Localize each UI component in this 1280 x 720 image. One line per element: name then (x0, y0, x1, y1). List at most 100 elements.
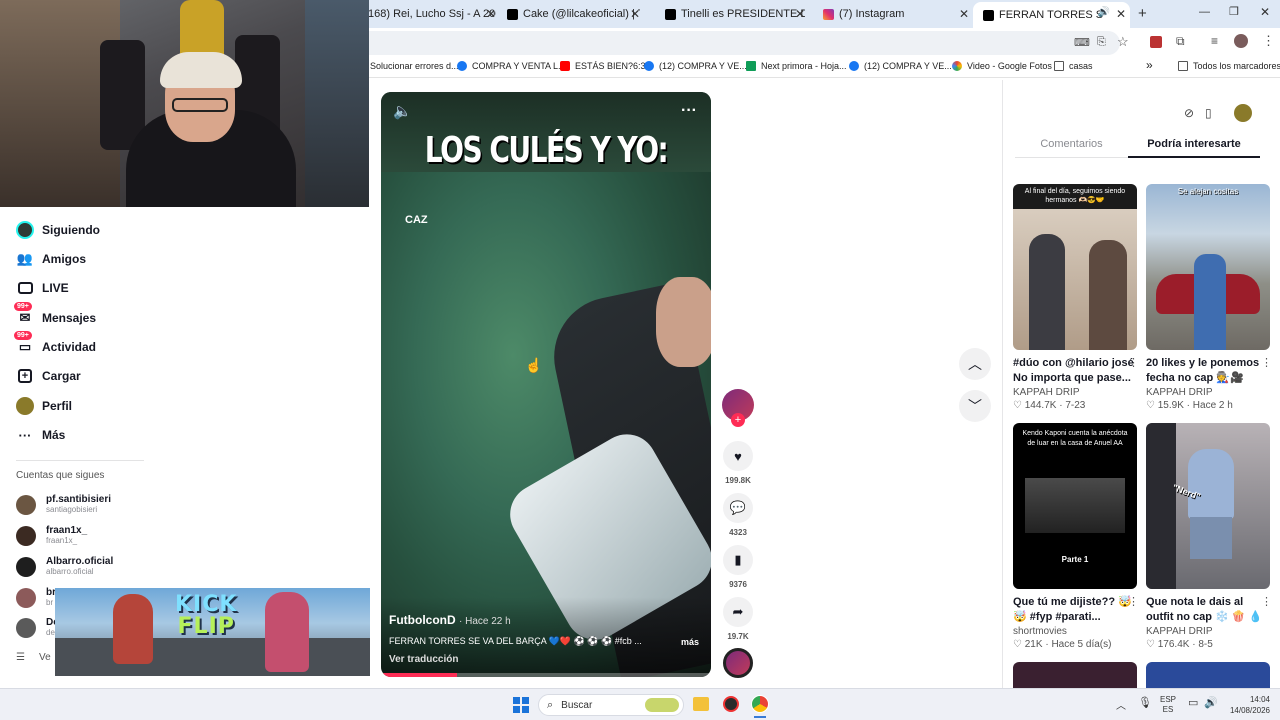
minimize-button[interactable]: — (1199, 6, 1210, 18)
card-menu-icon[interactable]: ⋮ (1128, 356, 1139, 369)
share-button[interactable]: ➦ 19.7K (722, 597, 754, 641)
more-options-icon[interactable]: ··· (681, 102, 697, 120)
video-author-line[interactable]: FutbolconD · Hace 22 h (389, 613, 511, 627)
puzzle-icon[interactable]: ⧉ (1176, 34, 1185, 49)
install-icon[interactable]: ⎘ (1097, 36, 1106, 49)
tab-tinelli[interactable]: Tinelli es PRESIDENTE DE LA AF ✕ (665, 4, 805, 24)
next-video-button[interactable]: ﹀ (959, 390, 991, 422)
video-thumbnail-partial[interactable] (1146, 662, 1270, 688)
language-indicator[interactable]: ESP ES (1160, 695, 1176, 715)
bookmark-item[interactable]: ESTÁS BIEN?6:33 (560, 61, 651, 71)
recommended-video-card[interactable]: Al final del día, seguimos siendo herman… (1013, 184, 1139, 411)
following-account[interactable]: De de (16, 617, 59, 638)
file-explorer-icon[interactable] (693, 697, 709, 711)
bookmark-item[interactable]: Solucionar errores d... (370, 61, 459, 71)
close-icon[interactable]: ✕ (486, 7, 496, 21)
taskbar-search[interactable]: ⌕ Buscar (538, 694, 684, 716)
app-icon[interactable] (723, 696, 739, 712)
video-figure-face (656, 277, 711, 367)
card-menu-icon[interactable]: ⋮ (1261, 595, 1272, 608)
recommended-video-card[interactable]: Se alejan cositas 20 likes y le ponemos … (1146, 184, 1272, 411)
omnibox[interactable] (368, 31, 1120, 55)
translate-link[interactable]: Ver traducción (389, 654, 458, 665)
recommended-video-card[interactable]: Kendo Kaponi cuenta la anécdota de luar … (1013, 423, 1139, 650)
close-icon[interactable]: ✕ (959, 7, 969, 21)
video-thumbnail-partial[interactable] (1013, 662, 1137, 688)
tab-tiktok-cake[interactable]: Cake (@lilcakeoficial) | TikTok ✕ (507, 4, 640, 24)
bookmark-item[interactable]: (12) COMPRA Y VE... (644, 61, 747, 71)
tiktok-icon (983, 9, 994, 21)
recommended-video-card[interactable]: "Nerd" Que nota le dais al outfit no cap… (1146, 423, 1272, 650)
sidebar-item-live[interactable]: LIVE (16, 279, 69, 297)
follow-plus-icon[interactable]: + (731, 413, 745, 427)
thumbnail-caption: Kendo Kaponi cuenta la anécdota de luar … (1022, 430, 1128, 447)
tray-chevron-up-icon[interactable]: ︿ (1116, 697, 1126, 712)
tab-recommended[interactable]: Podría interesarte (1128, 130, 1260, 158)
like-button[interactable]: ♥ 199.8K (722, 441, 754, 485)
following-account[interactable]: br br (16, 587, 56, 608)
volume-icon[interactable]: 🔊 (1204, 696, 1218, 709)
creator-avatar-button[interactable]: + (722, 389, 754, 427)
person-background (180, 0, 224, 60)
tab-ferran-active[interactable]: FERRAN TORRES SE VA DEL 🔊 ✕ (973, 2, 1130, 28)
sidebar-item-more[interactable]: ··· Más (16, 426, 66, 444)
bookmarks-overflow[interactable]: » (1146, 58, 1153, 72)
see-more-link[interactable]: ☰ Ve (16, 652, 51, 663)
caption-more-link[interactable]: más (681, 637, 699, 647)
sidebar-item-messages[interactable]: ✉ 99+ Mensajes (14, 302, 96, 327)
bookmark-folder[interactable]: casas (1054, 61, 1093, 71)
heart-outline-icon: ♡ (1146, 400, 1155, 411)
bookmark-item[interactable]: Next primora - Hoja... (746, 61, 847, 71)
profile-avatar[interactable] (1234, 34, 1248, 48)
windows-start-icon[interactable] (513, 697, 529, 713)
sidebar-item-following[interactable]: Siguiendo (16, 221, 100, 239)
chrome-icon[interactable] (751, 695, 769, 713)
bookmark-item[interactable]: (12) COMPRA Y VE... (849, 61, 952, 71)
tab-instagram[interactable]: (7) Instagram ✕ (823, 4, 969, 24)
facebook-icon (644, 61, 654, 71)
video-player[interactable]: 🔈 ··· LOS CULÉS Y YO: CAZ FutbolconD · H… (381, 92, 711, 677)
volume-icon[interactable]: 🔈 (393, 102, 412, 120)
video-progress-track[interactable] (381, 673, 711, 677)
following-account[interactable]: Albarro.oficial albarro.oficial (16, 556, 113, 577)
clock[interactable]: 14:04 14/08/2026 (1222, 694, 1270, 716)
microphone-icon[interactable]: 🎙 (1138, 696, 1152, 709)
tab-comments[interactable]: Comentarios (1015, 130, 1128, 158)
following-account[interactable]: pf.santibisieri santiagobisieri (16, 494, 111, 515)
comment-button[interactable]: 💬 4323 (722, 493, 754, 537)
close-icon[interactable]: ✕ (1116, 7, 1126, 21)
bookmark-star-icon[interactable]: ☆ (1117, 34, 1129, 50)
close-window-button[interactable]: ✕ (1260, 5, 1270, 19)
sidebar-item-profile[interactable]: Perfil (16, 397, 72, 415)
tab-youtube[interactable]: 168) Rei, Lucho Ssj - A 200 (Vi ✕ (368, 4, 496, 24)
all-bookmarks[interactable]: Todos los marcadores (1178, 61, 1280, 71)
banner-ground (55, 638, 370, 676)
instagram-icon (823, 8, 834, 20)
save-button[interactable]: ▮ 9376 (722, 545, 754, 589)
menu-kebab-icon[interactable]: ⋮ (1262, 33, 1275, 49)
phone-icon[interactable]: ▯ (1205, 106, 1212, 120)
video-overlay-title: LOS CULÉS Y YO: (424, 130, 669, 171)
following-account[interactable]: fraan1x_ fraan1x_ (16, 525, 87, 546)
user-avatar[interactable] (1234, 104, 1252, 122)
card-menu-icon[interactable]: ⋮ (1261, 356, 1272, 369)
extension-icon[interactable] (1150, 36, 1162, 48)
sidebar-item-friends[interactable]: 👥 Amigos (16, 250, 86, 268)
bookmark-item[interactable]: COMPRA Y VENTA L... (457, 61, 566, 71)
maximize-button[interactable]: ❐ (1229, 5, 1239, 18)
previous-video-button[interactable]: ︿ (959, 348, 991, 380)
sidebar-item-upload[interactable]: + Cargar (16, 367, 81, 385)
sidebar-item-activity[interactable]: ▭ 99+ Actividad (14, 331, 96, 356)
banner-logo: KICK FLIP (175, 594, 237, 638)
media-icon[interactable]: ≡ (1211, 34, 1218, 48)
music-disc-button[interactable] (722, 648, 754, 678)
video-thumbnail: Kendo Kaponi cuenta la anécdota de luar … (1013, 423, 1137, 589)
close-icon[interactable]: ✕ (795, 7, 805, 21)
compass-icon[interactable]: ⊘ (1184, 106, 1194, 120)
card-menu-icon[interactable]: ⋮ (1128, 595, 1139, 608)
translate-icon[interactable]: ⌨ (1074, 36, 1090, 49)
network-icon[interactable]: ▭ (1188, 696, 1198, 709)
new-tab-button[interactable]: + (1138, 5, 1147, 22)
close-icon[interactable]: ✕ (630, 7, 640, 21)
bookmark-item[interactable]: Video - Google Fotos (952, 61, 1052, 71)
